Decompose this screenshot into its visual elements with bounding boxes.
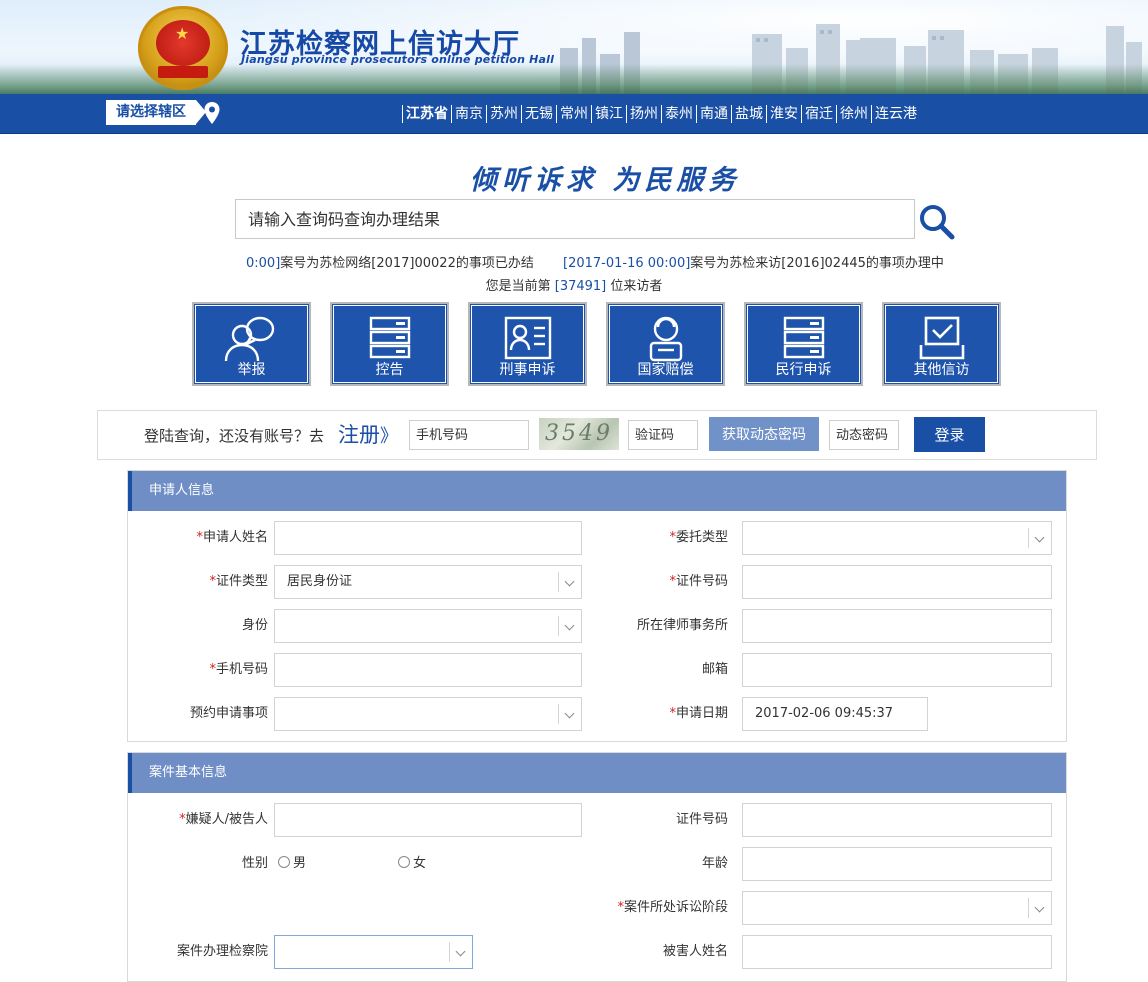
gender-female-radio[interactable]: 女 <box>398 847 426 881</box>
procuratorate-select[interactable] <box>274 935 473 969</box>
server-icon <box>783 316 824 359</box>
login-prompt: 登陆查询，还没有账号？去 <box>144 427 325 445</box>
cert-type-select[interactable]: 居民身份证 <box>274 565 582 599</box>
case-info-panel: 案件基本信息 *嫌疑人/被告人 证件号码 性别 男 女 年龄 *案件所处诉讼阶段… <box>127 752 1067 982</box>
dynamic-password-input[interactable] <box>829 420 899 450</box>
city-huaian[interactable]: 淮安 <box>766 105 801 123</box>
section-title: 申请人信息 <box>128 471 1066 511</box>
people-icon <box>224 316 274 362</box>
city-zhenjiang[interactable]: 镇江 <box>591 105 626 123</box>
location-pin-icon[interactable] <box>203 101 221 125</box>
visitor-count: [37491] <box>554 279 607 294</box>
person-icon <box>649 316 682 362</box>
appointment-select[interactable] <box>274 697 582 731</box>
region-select-button[interactable]: 请选择辖区 <box>106 100 206 125</box>
query-search-box <box>235 199 915 239</box>
register-link[interactable]: 注册》 <box>338 419 398 449</box>
city-nanjing[interactable]: 南京 <box>451 105 486 123</box>
email-input[interactable] <box>742 653 1052 687</box>
search-icon[interactable] <box>918 203 956 241</box>
id-card-icon <box>504 316 551 360</box>
cert-number-input[interactable] <box>742 565 1052 599</box>
get-dynamic-password-button[interactable]: 获取动态密码 <box>709 417 819 451</box>
city-list: 江苏省 南京 苏州 无锡 常州 镇江 扬州 泰州 南通 盐城 淮安 宿迁 徐州 … <box>402 94 920 134</box>
tile-report[interactable]: 举报 <box>192 302 311 386</box>
login-button[interactable]: 登录 <box>914 417 985 452</box>
tile-other-petition[interactable]: 其他信访 <box>882 302 1001 386</box>
identity-select[interactable] <box>274 609 582 643</box>
tile-state-compensation[interactable]: 国家赔偿 <box>606 302 725 386</box>
city-yancheng[interactable]: 盐城 <box>731 105 766 123</box>
tile-complaint[interactable]: 控告 <box>330 302 449 386</box>
captcha-image[interactable]: 3549 <box>539 418 619 450</box>
captcha-input[interactable] <box>628 420 698 450</box>
site-subtitle: Jiangsu province prosecutors online peti… <box>241 53 555 66</box>
tile-criminal-appeal[interactable]: 刑事申诉 <box>468 302 587 386</box>
city-suqian[interactable]: 宿迁 <box>801 105 836 123</box>
city-changzhou[interactable]: 常州 <box>556 105 591 123</box>
suspect-name-input[interactable] <box>274 803 582 837</box>
city-taizhou[interactable]: 泰州 <box>661 105 696 123</box>
visitor-counter: 您是当前第 [37491] 位来访者 <box>485 279 663 294</box>
ticker-item[interactable]: [2017-01-16 00:00]案号为苏检来访[2016]02445的事项办… <box>563 252 944 271</box>
city-jiangsu[interactable]: 江苏省 <box>402 105 451 123</box>
slogan: 倾听诉求 为民服务 <box>470 165 741 196</box>
applicant-phone-input[interactable] <box>274 653 582 687</box>
section-title: 案件基本信息 <box>128 753 1066 793</box>
victim-name-input[interactable] <box>742 935 1052 969</box>
header-banner: ★ 江苏检察网上信访大厅 Jiangsu province prosecutor… <box>0 0 1148 94</box>
city-lianyungang[interactable]: 连云港 <box>871 105 920 123</box>
city-yangzhou[interactable]: 扬州 <box>626 105 661 123</box>
applicant-name-input[interactable] <box>274 521 582 555</box>
city-xuzhou[interactable]: 徐州 <box>836 105 871 123</box>
apply-date-input[interactable]: 2017-02-06 09:45:37 <box>742 697 928 731</box>
procuratorate-emblem: ★ <box>138 6 228 90</box>
entrust-type-select[interactable] <box>742 521 1052 555</box>
login-bar: 登陆查询，还没有账号？去 注册》 3549 获取动态密码 登录 <box>97 410 1097 460</box>
city-suzhou[interactable]: 苏州 <box>486 105 521 123</box>
applicant-info-panel: 申请人信息 *申请人姓名 *委托类型 *证件类型 居民身份证 *证件号码 身份 … <box>127 470 1067 742</box>
query-code-input[interactable] <box>236 200 914 238</box>
ticker-item[interactable]: 0:00]案号为苏检网络[2017]00022的事项已办结 <box>246 252 534 271</box>
gender-male-radio[interactable]: 男 <box>278 847 306 881</box>
law-firm-input[interactable] <box>742 609 1052 643</box>
phone-input[interactable] <box>409 420 529 450</box>
region-bar: 请选择辖区 江苏省 南京 苏州 无锡 常州 镇江 扬州 泰州 南通 盐城 淮安 … <box>0 94 1148 134</box>
checkbox-icon <box>919 316 964 360</box>
litigation-stage-select[interactable] <box>742 891 1052 925</box>
news-ticker: 0:00]案号为苏检网络[2017]00022的事项已办结 [2017-01-1… <box>246 252 946 272</box>
suspect-cert-number-input[interactable] <box>742 803 1052 837</box>
city-nantong[interactable]: 南通 <box>696 105 731 123</box>
service-tiles: 举报 控告 刑事申诉 国家赔偿 民行申诉 其他信访 <box>192 302 1001 386</box>
city-wuxi[interactable]: 无锡 <box>521 105 556 123</box>
server-icon <box>369 316 410 359</box>
tile-civil-appeal[interactable]: 民行申诉 <box>744 302 863 386</box>
age-input[interactable] <box>742 847 1052 881</box>
